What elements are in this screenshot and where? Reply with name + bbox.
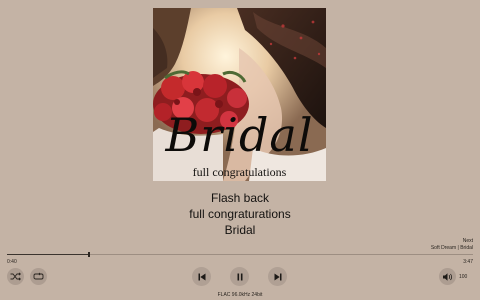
repeat-icon (33, 272, 44, 280)
album-name: full congraturations (189, 207, 291, 221)
progress-fill (7, 254, 90, 255)
track-title: Flash back (210, 191, 270, 205)
progress-bar[interactable] (7, 252, 473, 257)
skip-next-icon (274, 273, 281, 280)
music-player-screen: Bridal full congratulations Flash back f… (0, 0, 480, 300)
skip-previous-icon (198, 273, 205, 280)
volume-button[interactable] (439, 268, 456, 285)
track-info: Flash back full congraturations Bridal (0, 190, 480, 238)
next-button[interactable] (268, 267, 287, 286)
album-artwork: Bridal full congratulations (153, 8, 326, 181)
next-track[interactable]: Soft Dream | Bridal (431, 245, 473, 251)
shuffle-button[interactable] (7, 268, 24, 285)
progress-thumb[interactable] (88, 252, 91, 257)
artwork-title: Bridal (165, 108, 314, 162)
shuffle-icon (10, 272, 21, 281)
total-time: 3:47 (463, 259, 473, 265)
artwork-subtitle: full congratulations (192, 165, 287, 179)
volume-level: 100 (459, 274, 468, 280)
pause-button[interactable] (230, 267, 249, 286)
next-label: Next (462, 238, 473, 244)
repeat-button[interactable] (30, 268, 47, 285)
volume-icon (443, 272, 452, 281)
previous-button[interactable] (192, 267, 211, 286)
elapsed-time: 0:40 (7, 259, 17, 265)
pause-icon (237, 273, 242, 280)
artist-name: Bridal (224, 223, 256, 237)
audio-format-info: FLAC 96.0kHz 24bit (217, 292, 263, 298)
